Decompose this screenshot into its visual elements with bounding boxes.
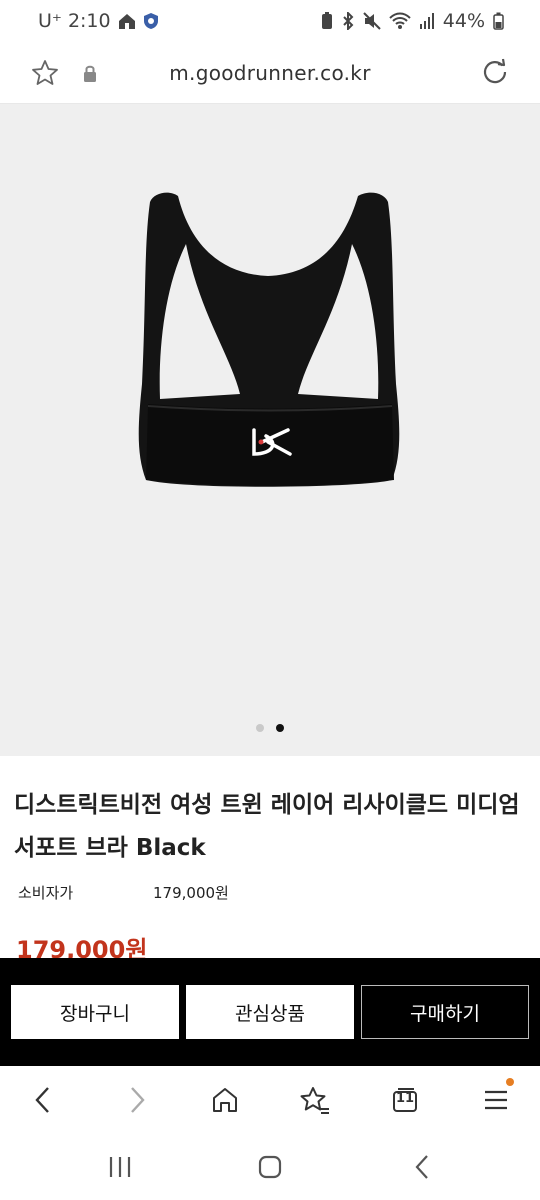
shield-notification-icon: [143, 12, 159, 30]
url-text[interactable]: m.goodrunner.co.kr: [0, 61, 540, 85]
tabs-icon[interactable]: 11: [387, 1082, 423, 1118]
sale-price: 179,000원: [16, 936, 148, 958]
battery-icon: [493, 12, 504, 30]
bookmarks-icon[interactable]: [297, 1082, 333, 1118]
purchase-action-bar: 장바구니 관심상품 구매하기: [0, 958, 540, 1066]
carousel-dot-1[interactable]: [256, 724, 264, 732]
browser-toolbar: 11: [0, 1066, 540, 1134]
battery-percent: 44%: [442, 10, 485, 32]
carousel-indicator: [0, 724, 540, 732]
system-navigation-bar: [0, 1134, 540, 1200]
carrier-label: U⁺: [38, 10, 62, 32]
forward-icon[interactable]: [118, 1082, 154, 1118]
tab-count: 11: [395, 1091, 415, 1106]
system-back-icon[interactable]: [407, 1152, 437, 1182]
bluetooth-icon: [341, 12, 355, 30]
sports-bra-image: [138, 192, 400, 487]
consumer-price-value: 179,000원: [153, 884, 229, 902]
update-badge-dot: [506, 1078, 514, 1086]
product-image-carousel[interactable]: [0, 104, 540, 756]
product-title: 디스트릭트비전 여성 트윈 레이어 리사이클드 미디엄 서포트 브라 Black: [14, 792, 520, 861]
carousel-dot-2[interactable]: [276, 724, 284, 732]
menu-icon[interactable]: [478, 1078, 514, 1118]
wifi-icon: [389, 12, 411, 30]
signal-icon: [419, 12, 435, 30]
browser-url-bar: m.goodrunner.co.kr: [0, 46, 540, 104]
buy-now-button[interactable]: 구매하기: [361, 985, 529, 1039]
consumer-price-label: 소비자가: [18, 884, 74, 902]
wishlist-button[interactable]: 관심상품: [186, 985, 354, 1039]
home-icon[interactable]: [207, 1082, 243, 1118]
clock: 2:10: [67, 10, 111, 32]
home-notification-icon: [117, 12, 137, 30]
back-icon[interactable]: [26, 1082, 62, 1118]
recent-apps-icon[interactable]: [105, 1152, 135, 1182]
reload-icon[interactable]: [480, 57, 510, 91]
mute-icon: [363, 12, 381, 30]
home-button-icon[interactable]: [255, 1152, 285, 1182]
status-bar: U⁺ 2:10 44%: [0, 0, 540, 46]
add-to-cart-button[interactable]: 장바구니: [11, 985, 179, 1039]
battery-saver-icon: [321, 12, 333, 30]
